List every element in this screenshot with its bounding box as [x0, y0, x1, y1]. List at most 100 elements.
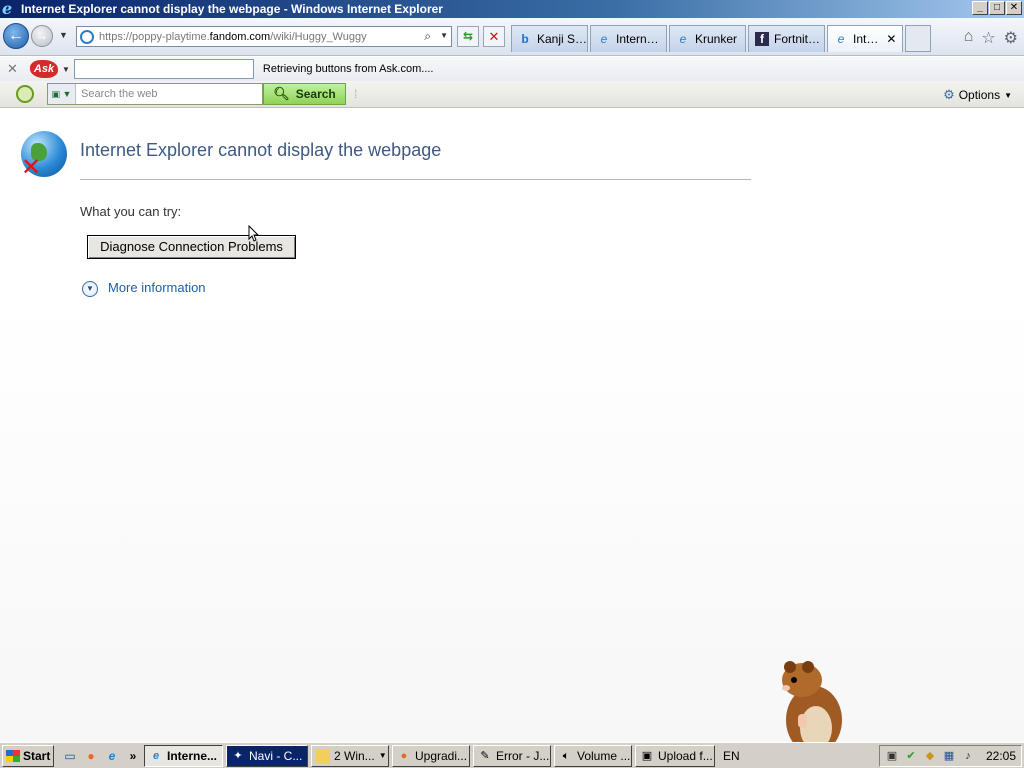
tab-current[interactable]: e Int… ✕	[827, 25, 903, 52]
monitor-icon[interactable]: ▣	[885, 749, 899, 763]
task-label: Upload f...	[658, 748, 713, 763]
magnifier-icon: 🔍︎	[273, 86, 290, 101]
task-label: Upgradi...	[415, 748, 468, 763]
ask-dropdown-icon[interactable]: ▼	[62, 65, 70, 74]
shield-icon[interactable]: ◆	[923, 749, 937, 763]
network-icon[interactable]: ▦	[942, 749, 956, 763]
language-indicator[interactable]: EN	[723, 749, 740, 763]
start-button[interactable]: Start	[2, 744, 54, 767]
overflow-chevron-icon[interactable]: »	[125, 748, 141, 764]
tab-label: Int…	[853, 32, 879, 46]
tab-label: Kanji S…	[537, 32, 588, 46]
minimize-button[interactable]: _	[972, 1, 988, 15]
tab-fortnite[interactable]: f Fortnit…	[748, 25, 825, 52]
task-label: 2 Win...	[334, 748, 375, 763]
tools-gear-icon[interactable]: ⚙	[1004, 28, 1018, 48]
ie-icon: e	[679, 32, 687, 46]
page-icon	[80, 29, 94, 44]
mouse-cursor-icon	[248, 225, 260, 242]
window-icon: ▣	[641, 749, 653, 762]
task-windows-group[interactable]: 2 Win... ▼	[311, 744, 389, 767]
speaker-icon[interactable]: ♪	[961, 749, 975, 763]
tab-label: Intern…	[616, 32, 659, 46]
command-icons: ⌂ ☆ ⚙	[964, 28, 1018, 48]
more-information-link[interactable]: More information	[108, 280, 206, 295]
ie-logo-icon: e	[2, 0, 13, 18]
task-label: Volume ...	[577, 748, 631, 763]
ask-search-input[interactable]	[73, 59, 254, 79]
tab-label: Krunker	[695, 32, 738, 46]
search-button[interactable]: 🔍︎ Search	[263, 83, 346, 105]
show-desktop-icon[interactable]: ▭	[62, 748, 78, 764]
task-internet-explorer[interactable]: e Interne...	[144, 744, 223, 767]
address-bar[interactable]: https://poppy-playtime. fandom.com /wiki…	[76, 26, 452, 47]
home-icon[interactable]: ⌂	[964, 28, 974, 48]
clock[interactable]: 22:05	[986, 749, 1016, 763]
url-path: /wiki/Huggy_Wuggy	[270, 30, 367, 43]
title-divider	[80, 179, 751, 180]
url-prefix: https://poppy-playtime.	[99, 30, 210, 43]
navigation-bar: ← → ▼ https://poppy-playtime. fandom.com…	[0, 18, 1024, 56]
security-check-icon[interactable]: ✔	[904, 749, 918, 763]
tab-kanji[interactable]: b Kanji S…	[511, 25, 588, 52]
options-label: Options	[958, 88, 1001, 102]
window-title-bar: e Internet Explorer cannot display the w…	[0, 0, 1024, 18]
close-toolbar-icon[interactable]: ✕	[7, 61, 21, 77]
new-tab-button[interactable]	[905, 25, 931, 52]
task-label: Error - J...	[496, 748, 550, 763]
toolbar-grip-icon: ⁞	[354, 87, 358, 101]
firefox-icon[interactable]: ●	[83, 748, 99, 764]
windows-flag-icon	[6, 749, 20, 762]
bing-icon: b	[521, 32, 529, 46]
search-engine-icon[interactable]: ▣ ▼	[48, 84, 76, 104]
tab-internet[interactable]: e Intern…	[590, 25, 667, 52]
search-button-label: Search	[295, 87, 336, 101]
stop-button[interactable]: ✕	[483, 26, 505, 47]
folder-icon	[316, 748, 330, 763]
task-navi[interactable]: ✦ Navi - C...	[226, 744, 308, 767]
tab-strip: b Kanji S… e Intern… e Krunker f Fortnit…	[511, 25, 931, 52]
ie-icon: e	[152, 749, 160, 762]
address-search-icon[interactable]: ⌕	[424, 29, 431, 44]
task-volume[interactable]: 🔈︎ Volume ...	[554, 744, 632, 767]
recent-pages-dropdown[interactable]: ▼	[59, 30, 68, 40]
task-upgrading[interactable]: ● Upgradi...	[392, 744, 470, 767]
ie-icon[interactable]: e	[104, 748, 120, 764]
favorites-star-icon[interactable]: ☆	[981, 28, 995, 48]
task-error[interactable]: ✎ Error - J...	[473, 744, 551, 767]
tab-close-icon[interactable]: ✕	[886, 32, 896, 46]
address-dropdown-icon[interactable]: ▼	[440, 31, 448, 40]
what-you-can-try-label: What you can try:	[80, 204, 182, 219]
volume-icon: 🔈︎	[562, 749, 570, 762]
maximize-button[interactable]: □	[989, 1, 1005, 15]
diagnose-connection-button[interactable]: Diagnose Connection Problems	[87, 235, 296, 259]
window-title: Internet Explorer cannot display the web…	[21, 2, 443, 16]
window-controls: _ □ ✕	[972, 1, 1022, 15]
task-upload[interactable]: ▣ Upload f...	[635, 744, 715, 767]
url-domain: fandom.com	[209, 30, 271, 43]
ie-icon: e	[600, 32, 608, 46]
fandom-icon: f	[755, 32, 769, 46]
navi-icon: ✦	[233, 749, 243, 762]
start-label: Start	[23, 748, 51, 763]
ask-toolbar: ✕ Ask ▼ Retrieving buttons from Ask.com.…	[0, 57, 1024, 81]
toolbar-power-icon[interactable]	[16, 85, 34, 103]
page-content: ✕ Internet Explorer cannot display the w…	[0, 109, 1024, 742]
expand-chevron-icon[interactable]: ▼	[82, 281, 98, 297]
refresh-button[interactable]: ⇆	[457, 26, 479, 47]
back-button[interactable]: ←	[3, 23, 29, 49]
ask-logo[interactable]: Ask	[30, 60, 58, 78]
ask-status-text: Retrieving buttons from Ask.com....	[262, 63, 434, 75]
firefox-icon: ●	[400, 749, 408, 762]
options-dropdown-icon: ▼	[1004, 90, 1012, 100]
group-dropdown-icon: ▼	[378, 751, 387, 760]
web-search-field[interactable]: ▣ ▼ Search the web	[47, 83, 263, 105]
tab-label: Fortnit…	[774, 32, 821, 46]
close-button[interactable]: ✕	[1006, 1, 1022, 15]
forward-button[interactable]: →	[31, 25, 53, 47]
system-tray: ▣ ✔ ◆ ▦ ♪ 22:05	[878, 745, 1022, 767]
doc-icon: ✎	[480, 749, 490, 762]
ie-icon: e	[837, 32, 845, 46]
options-menu[interactable]: ⚙ Options ▼	[943, 87, 1012, 103]
tab-krunker[interactable]: e Krunker	[669, 25, 746, 52]
